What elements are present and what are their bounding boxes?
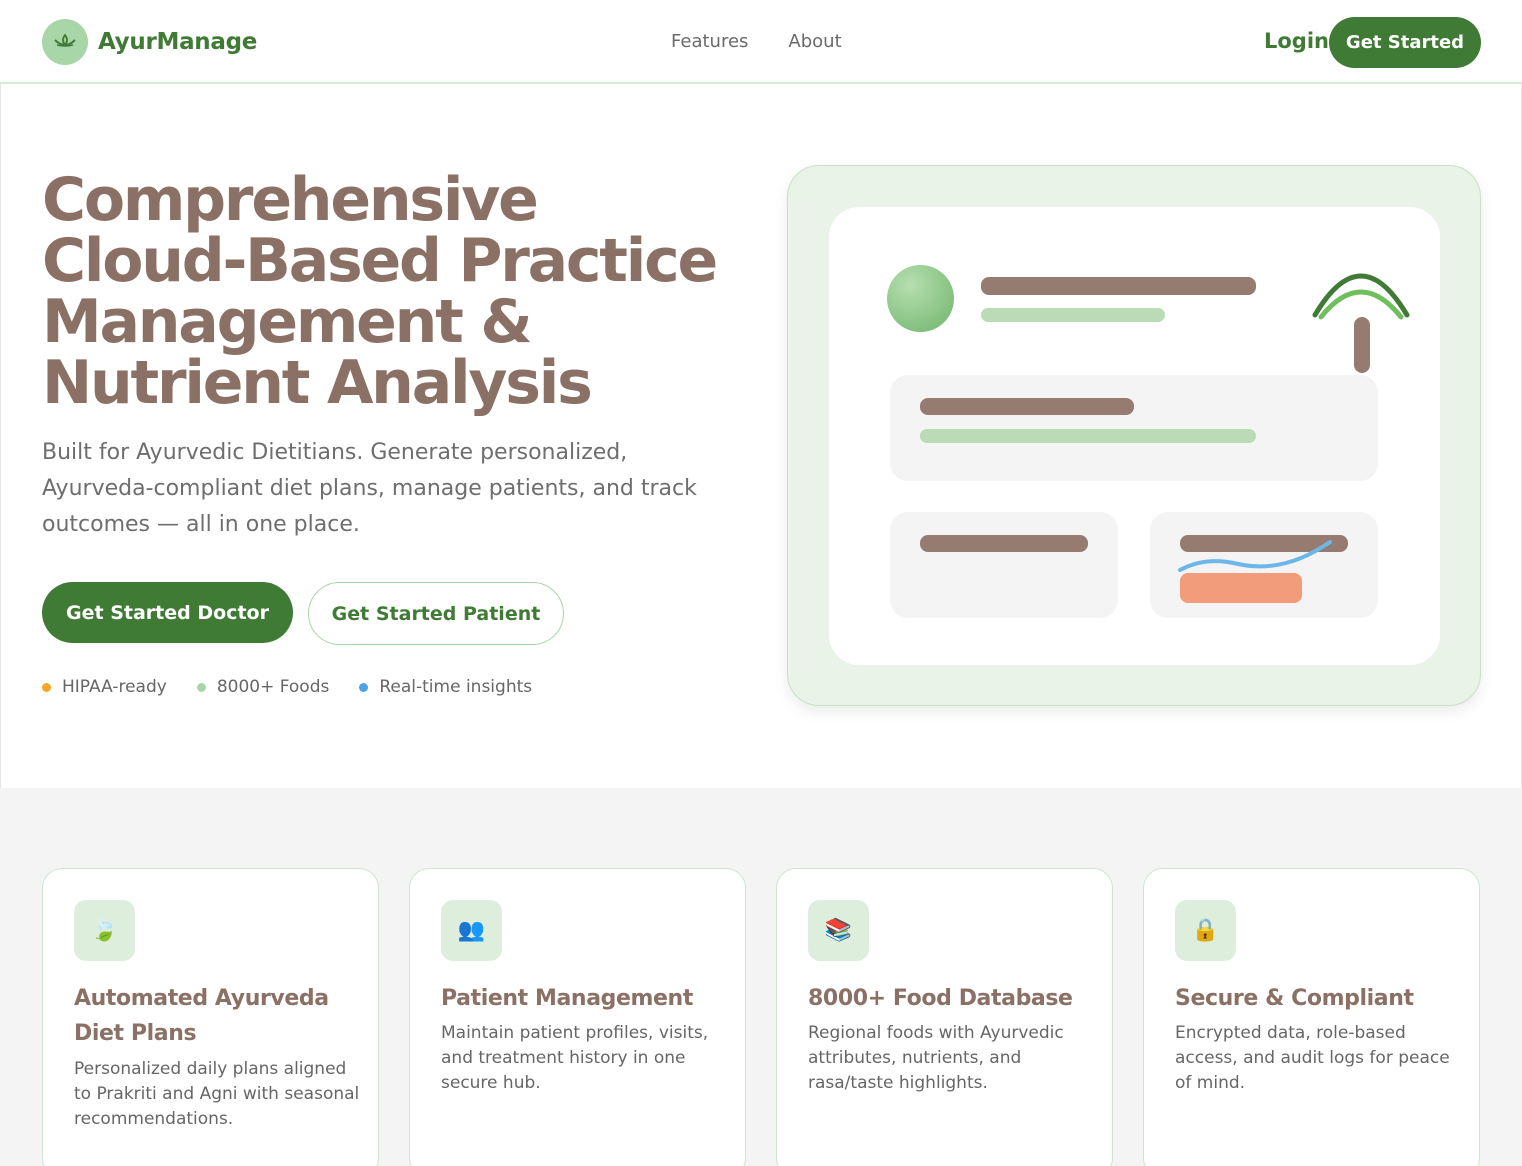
feature-card: 📚 8000+ Food Database Regional foods wit… [776, 868, 1113, 1166]
mock-line [981, 308, 1165, 322]
get-started-doctor-button[interactable]: Get Started Doctor [42, 582, 293, 643]
blue-dot-icon [359, 682, 369, 692]
feature-badges: HIPAA-ready 8000+ Foods Real-time insigh… [42, 677, 532, 697]
nav-features[interactable]: Features [671, 31, 748, 52]
mock-line [920, 535, 1088, 552]
main-nav: Features About [671, 31, 842, 52]
mock-panel [890, 375, 1378, 481]
feature-title: 8000+ Food Database [808, 986, 1073, 1011]
dashboard-illustration [787, 165, 1481, 706]
mock-panel [1150, 512, 1378, 618]
mock-line [981, 277, 1256, 295]
feature-description: Personalized daily plans aligned to Prak… [74, 1059, 360, 1129]
feature-description: Regional foods with Ayurvedic attributes… [808, 1023, 1064, 1093]
login-link[interactable]: Login [1264, 29, 1329, 53]
hero-title-line: Cloud-Based Practice [42, 226, 718, 296]
logo[interactable]: AyurManage [42, 19, 257, 65]
mock-highlight [1180, 573, 1302, 603]
feature-card: 🍃 Automated Ayurveda Diet Plans Personal… [42, 868, 379, 1166]
nav-about[interactable]: About [788, 31, 841, 52]
lock-icon: 🔒 [1175, 900, 1236, 961]
feature-title: Secure & Compliant [1175, 986, 1414, 1011]
mock-line [920, 398, 1134, 415]
mock-panel [890, 512, 1118, 618]
dashboard-mock-card [829, 207, 1440, 665]
users-icon: 👥 [441, 900, 502, 961]
feature-title: Automated Ayurveda Diet Plans [74, 986, 329, 1046]
brand-name: AyurManage [98, 29, 258, 55]
lotus-logo-icon [42, 19, 88, 65]
site-header: AyurManage Features About Login Get Star… [0, 0, 1522, 84]
books-icon: 📚 [808, 900, 869, 961]
badge-foods: 8000+ Foods [196, 677, 330, 697]
orange-dot-icon [42, 682, 51, 692]
badge-label: 8000+ Foods [216, 677, 330, 697]
feature-description: Maintain patient profiles, visits, and t… [441, 1023, 709, 1093]
avatar-circle-icon [887, 265, 954, 332]
feature-title: Patient Management [441, 986, 693, 1011]
badge-label: HIPAA-ready [62, 677, 167, 697]
get-started-patient-button[interactable]: Get Started Patient [308, 582, 564, 645]
feature-description: Encrypted data, role-based access, and a… [1175, 1023, 1450, 1093]
feature-card: 🔒 Secure & Compliant Encrypted data, rol… [1143, 868, 1480, 1166]
badge-insights: Real-time insights [359, 677, 532, 697]
get-started-button[interactable]: Get Started [1329, 17, 1481, 68]
trend-line-icon [1178, 540, 1332, 572]
green-dot-icon [196, 682, 206, 692]
badge-label: Real-time insights [379, 677, 533, 697]
hero-title-line: Nutrient Analysis [42, 348, 593, 418]
mock-line [920, 429, 1256, 443]
hero-title: Comprehensive Cloud-Based Practice Manag… [42, 170, 762, 414]
badge-hipaa: HIPAA-ready [42, 677, 167, 697]
hero-title-line: Management & [42, 287, 533, 357]
leaf-icon: 🍃 [74, 900, 135, 961]
feature-card: 👥 Patient Management Maintain patient pr… [409, 868, 746, 1166]
hero-title-line: Comprehensive [42, 165, 539, 235]
leaf-sprout-icon [1312, 273, 1410, 373]
hero-subtitle: Built for Ayurvedic Dietitians. Generate… [42, 440, 697, 537]
